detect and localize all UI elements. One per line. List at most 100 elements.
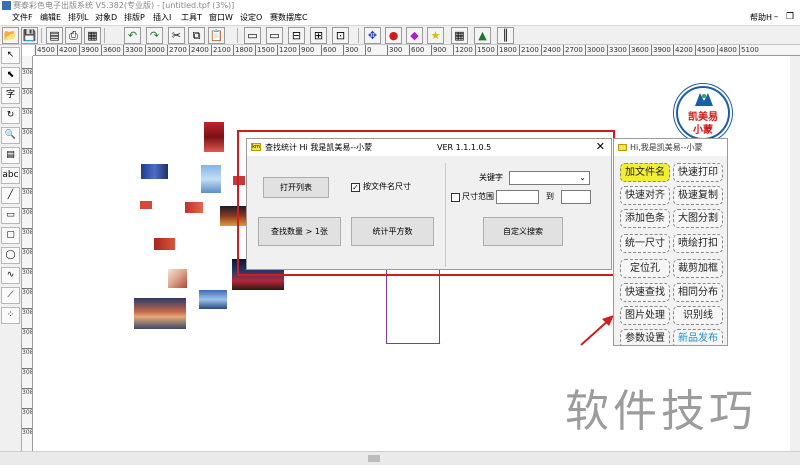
paste-icon[interactable]: 📋 (208, 27, 225, 44)
select-icon[interactable]: ⬉ (1, 67, 20, 84)
horizontal-scrollbar[interactable] (0, 451, 800, 465)
logo-mark-icon (695, 93, 713, 106)
copy-icon[interactable]: ⧉ (188, 27, 205, 44)
menu-library[interactable]: 赛数摆库C (270, 12, 308, 24)
save-icon[interactable]: 💾 (21, 27, 38, 44)
wave-icon[interactable]: ∿ (1, 267, 20, 284)
redo-icon[interactable]: ↷ (146, 27, 163, 44)
ruler-tick: 308 (22, 248, 33, 256)
arrange-icon[interactable]: ⊞ (310, 27, 327, 44)
ruler-tick: 600 (409, 45, 425, 55)
crop-frame-button[interactable]: 裁剪加框 (673, 259, 723, 278)
abc-text-icon[interactable]: abc (1, 167, 20, 184)
keyword-dropdown[interactable]: ⌄ (509, 171, 590, 185)
page-setup-icon[interactable]: ▦ (84, 27, 101, 44)
count-button[interactable]: 查找数量 > 1张 (258, 217, 341, 246)
align-icon[interactable]: ⊟ (288, 27, 305, 44)
toolbar: 📂 💾 ▤ ⎙ ▦ ↶ ↷ ✂ ⧉ 📋 ▭ ▭ ⊟ ⊞ ⊡ ✥ ● ◆ ★ ▦ … (0, 25, 800, 45)
size-min-field[interactable] (496, 190, 539, 204)
add-filename-button[interactable]: 加文件名 (620, 163, 670, 182)
ungroup-icon[interactable]: ▭ (266, 27, 283, 44)
polyline-icon[interactable]: ⟋ (1, 287, 20, 304)
locate-hole-button[interactable]: 定位孔 (620, 259, 670, 278)
quick-find-button[interactable]: 快速查找 (620, 283, 670, 302)
area-stats-button[interactable]: 统计平方数 (351, 217, 434, 246)
dialog-titlebar: km 查找统计 Hi 我是凯美易--小蒙 VER 1.1.1.0.5 ✕ (247, 139, 611, 156)
image-processing-button[interactable]: 图片处理 (620, 306, 670, 325)
fast-copy-button[interactable]: 极速复制 (673, 186, 723, 205)
open-list-button[interactable]: 打开列表 (263, 177, 329, 198)
barcode-icon[interactable]: ║ (497, 27, 514, 44)
image-thumbnail[interactable] (204, 122, 224, 152)
image-thumbnail[interactable] (199, 290, 227, 309)
custom-search-button[interactable]: 自定义搜索 (483, 217, 563, 246)
scroll-thumb[interactable] (368, 455, 380, 462)
menu-edit[interactable]: 编辑E (40, 12, 61, 24)
menu-window[interactable]: 窗口W (209, 12, 233, 24)
menu-insert[interactable]: 插入I (153, 12, 171, 24)
image-thumbnail[interactable] (134, 298, 186, 329)
star-icon[interactable]: ★ (427, 27, 444, 44)
cut-icon[interactable]: ✂ (168, 27, 185, 44)
move-icon[interactable]: ✥ (364, 27, 381, 44)
color-icon[interactable]: ● (385, 27, 402, 44)
add-color-bar-button[interactable]: 添加色条 (620, 209, 670, 228)
text-icon[interactable]: 字 (1, 87, 20, 104)
image-thumbnail[interactable] (141, 164, 168, 179)
restore-icon[interactable]: ❐ (785, 12, 795, 22)
menu-file[interactable]: 文件F (12, 12, 33, 24)
size-range-checkbox[interactable] (451, 193, 460, 202)
size-max-field[interactable] (561, 190, 591, 204)
open-icon[interactable]: 📂 (2, 27, 19, 44)
arrow-icon[interactable]: ↖ (1, 47, 20, 64)
image-thumbnail[interactable] (154, 238, 175, 250)
undo-icon[interactable]: ↶ (124, 27, 141, 44)
ruler-tick: 308 (22, 308, 33, 316)
inkjet-button[interactable]: 喷绘打扣 (673, 234, 723, 253)
ruler-tick: 2400 (541, 45, 561, 55)
minimize-icon[interactable]: – (771, 12, 781, 22)
rectangle-icon[interactable]: ▭ (1, 207, 20, 224)
new-release-button[interactable]: 新品发布 (673, 329, 723, 345)
same-distribution-button[interactable]: 相同分布 (673, 283, 723, 302)
by-filename-checkbox[interactable]: ✓ (351, 183, 360, 192)
split-large-image-button[interactable]: 大图分割 (673, 209, 723, 228)
image-thumbnail[interactable] (185, 202, 203, 213)
page-icon[interactable]: ▤ (1, 147, 20, 164)
ruler-tick: 300 (343, 45, 359, 55)
distribute-icon[interactable]: ⊡ (332, 27, 349, 44)
image-thumbnail[interactable] (201, 165, 221, 193)
ruler-tick: 0 (365, 45, 372, 55)
vertical-scrollbar[interactable] (790, 56, 800, 451)
unify-size-button[interactable]: 统一尺寸 (620, 234, 670, 253)
table-icon[interactable]: ▦ (451, 27, 468, 44)
print-icon[interactable]: ⎙ (65, 27, 82, 44)
group-icon[interactable]: ▭ (244, 27, 261, 44)
close-icon[interactable]: ✕ (596, 140, 605, 154)
ellipse-icon[interactable]: ◯ (1, 247, 20, 264)
recognition-line-button[interactable]: 识别线 (673, 306, 723, 325)
quick-print-button[interactable]: 快速打印 (673, 163, 723, 182)
image-thumbnail[interactable] (140, 201, 152, 209)
print-preview-icon[interactable]: ▤ (46, 27, 63, 44)
rounded-rect-icon[interactable]: ▢ (1, 227, 20, 244)
image-thumbnail[interactable] (168, 269, 187, 288)
brand-logo: 凯美易 小蒙 (676, 86, 730, 140)
zoom-icon[interactable]: 🔍 (1, 127, 20, 144)
menu-layout[interactable]: 排版P (124, 12, 145, 24)
line-icon[interactable]: ╱ (1, 187, 20, 204)
horizontal-ruler: 4500 4200 3900 3600 3300 3000 2700 2400 … (33, 45, 800, 56)
menu-help[interactable]: 帮助H (750, 12, 772, 24)
image-icon[interactable]: ▲ (474, 27, 491, 44)
menu-arrange[interactable]: 排列L (68, 12, 88, 24)
dotted-icon[interactable]: ⁘ (1, 307, 20, 324)
fill-icon[interactable]: ◆ (406, 27, 423, 44)
rotate-icon[interactable]: ↻ (1, 107, 20, 124)
ruler-tick: 1800 (233, 45, 253, 55)
menu-settings[interactable]: 设定O (240, 12, 262, 24)
parameter-settings-button[interactable]: 参数设置 (620, 329, 670, 345)
quick-align-button[interactable]: 快速对齐 (620, 186, 670, 205)
menu-object[interactable]: 对象D (95, 12, 117, 24)
dialog-title: 查找统计 Hi 我是凯美易--小蒙 (265, 143, 373, 152)
menu-tools[interactable]: 工具T (181, 12, 202, 24)
